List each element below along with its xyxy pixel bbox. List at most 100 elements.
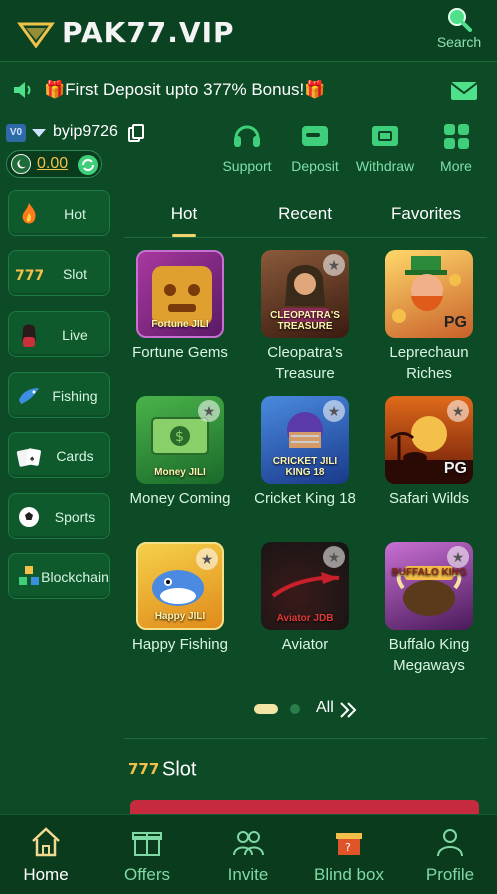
game-thumbnail[interactable]: $ ★ Money JILI xyxy=(136,396,224,484)
logo-text[interactable]: PAK77.VIP xyxy=(62,16,235,49)
more-button[interactable]: More xyxy=(421,120,491,174)
tab-favorites[interactable]: Favorites xyxy=(371,204,481,224)
pager-dot[interactable] xyxy=(290,704,300,714)
game-name: Money Coming xyxy=(129,490,231,507)
people-icon xyxy=(233,831,264,856)
nav-profile[interactable]: Profile xyxy=(400,825,497,885)
refresh-icon[interactable] xyxy=(77,154,99,176)
section-title-text: Slot xyxy=(162,758,197,781)
sidebar-item-label: Slot xyxy=(62,265,88,282)
game-thumbnail[interactable]: ★ BUFFALO KING xyxy=(385,542,473,630)
game-brand-tag: Money JILI xyxy=(154,467,206,478)
game-card[interactable]: PG Leprechaun Riches xyxy=(369,250,489,384)
game-thumbnail[interactable]: ★ Happy JILI xyxy=(136,542,224,630)
nav-invite[interactable]: Invite xyxy=(198,825,298,885)
favorite-star-icon[interactable]: ★ xyxy=(447,546,469,568)
sidebar-item-fishing[interactable]: Fishing xyxy=(8,372,110,418)
copy-icon[interactable] xyxy=(128,124,144,142)
pager-dot-active[interactable] xyxy=(254,704,278,714)
gift-emoji-icon: 🎁 xyxy=(44,80,66,99)
favorite-star-icon[interactable]: ★ xyxy=(323,546,345,568)
gift-emoji-icon: 🎁 xyxy=(304,80,326,99)
game-card[interactable]: ★ CRICKET JILI KING 18 Cricket King 18 xyxy=(245,396,365,509)
game-thumbnail[interactable]: PG xyxy=(385,250,473,338)
speaker-icon xyxy=(14,82,31,98)
section-divider xyxy=(124,738,487,739)
search-button[interactable]: Search xyxy=(429,6,489,56)
sidebar-item-sports[interactable]: Sports xyxy=(8,493,110,539)
chevron-down-icon[interactable] xyxy=(32,129,46,137)
nav-label: Blind box xyxy=(314,865,384,884)
section-title: 777 Slot xyxy=(128,757,196,783)
grid-icon xyxy=(444,124,469,149)
double-chevron-right-icon[interactable] xyxy=(338,701,358,719)
user-panel: V0 byip9726 0.00 Support Deposit Withdra… xyxy=(0,120,497,186)
sidebar-item-label: Sports xyxy=(54,508,96,525)
game-card[interactable]: ★ CLEOPATRA'S TREASURE Cleopatra's Treas… xyxy=(245,250,365,384)
sidebar-item-blockchain[interactable]: Blockchain xyxy=(8,553,110,599)
vip-badge: V0 xyxy=(6,124,26,142)
favorite-star-icon[interactable]: ★ xyxy=(323,254,345,276)
announcement-text[interactable]: 🎁First Deposit upto 377% Bonus!🎁 xyxy=(44,80,325,100)
favorite-star-icon[interactable]: ★ xyxy=(198,400,220,422)
sidebar-item-slot[interactable]: 777 Slot xyxy=(8,250,110,296)
game-card[interactable]: $ ★ Money JILI Money Coming xyxy=(120,396,240,509)
game-brand-tag: CRICKET JILI KING 18 xyxy=(272,456,338,478)
balance-amount: 0.00 xyxy=(37,155,69,172)
game-name: Happy Fishing xyxy=(132,636,228,653)
favorite-star-icon[interactable]: ★ xyxy=(323,400,345,422)
svg-text:777: 777 xyxy=(15,268,43,284)
all-games-link[interactable]: All xyxy=(316,699,334,717)
search-label: Search xyxy=(436,34,482,50)
slot-777-icon: 777 xyxy=(128,757,159,783)
game-thumbnail[interactable]: Fortune JILI xyxy=(136,250,224,338)
game-thumbnail[interactable]: ★ CLEOPATRA'S TREASURE xyxy=(261,250,349,338)
game-thumbnail[interactable]: ★ CRICKET JILI KING 18 xyxy=(261,396,349,484)
gift-icon xyxy=(132,832,162,856)
svg-text:$: $ xyxy=(175,429,184,445)
svg-text:777: 777 xyxy=(128,760,158,777)
favorite-star-icon[interactable]: ★ xyxy=(447,400,469,422)
game-brand-tag: BUFFALO KING xyxy=(391,567,467,578)
tab-recent[interactable]: Recent xyxy=(250,204,360,224)
game-name: Aviator xyxy=(281,636,329,653)
game-card[interactable]: Fortune JILI Fortune Gems xyxy=(120,250,240,363)
nav-offers[interactable]: Offers xyxy=(97,825,197,885)
person-icon xyxy=(437,829,463,857)
sidebar-item-hot[interactable]: Hot xyxy=(8,190,110,236)
favorite-star-icon[interactable]: ★ xyxy=(196,548,218,570)
game-brand-tag: PG xyxy=(443,460,467,477)
game-name: Safari Wilds xyxy=(388,490,470,507)
diamond-logo-icon xyxy=(17,22,55,48)
game-thumbnail[interactable]: ★ PG xyxy=(385,396,473,484)
game-name: Cleopatra's Treasure xyxy=(267,344,343,382)
game-brand-tag: Happy JILI xyxy=(154,611,206,622)
fish-icon xyxy=(15,382,43,410)
withdraw-button[interactable]: Withdraw xyxy=(350,120,420,174)
game-thumbnail[interactable]: ★ Aviator JDB xyxy=(261,542,349,630)
game-card[interactable]: ★ BUFFALO KING Buffalo King Megaways xyxy=(369,542,489,676)
nav-label: Profile xyxy=(425,865,475,884)
announcement-bar: 🎁First Deposit upto 377% Bonus!🎁 xyxy=(0,63,497,117)
nav-home[interactable]: Home xyxy=(0,825,96,885)
nav-blind-box[interactable]: ? Blind box xyxy=(299,825,399,885)
sidebar-item-label: Live xyxy=(62,326,88,343)
nav-label: Home xyxy=(23,865,69,884)
game-card[interactable]: ★ Happy JILI Happy Fishing xyxy=(120,542,240,655)
game-card[interactable]: ★ PG Safari Wilds xyxy=(369,396,489,509)
search-icon xyxy=(448,8,472,32)
game-brand-tag: CLEOPATRA'S TREASURE xyxy=(270,310,340,332)
support-button[interactable]: Support xyxy=(212,120,282,174)
tab-hot[interactable]: Hot xyxy=(129,204,239,224)
quick-actions: Support Deposit Withdraw More xyxy=(212,120,497,180)
withdraw-label: Withdraw xyxy=(355,158,415,174)
deposit-button[interactable]: Deposit xyxy=(280,120,350,174)
sidebar-item-live[interactable]: Live xyxy=(8,311,110,357)
home-icon xyxy=(32,827,60,857)
sidebar-item-cards[interactable]: ♠ Cards xyxy=(8,432,110,478)
balance-pill: 0.00 xyxy=(6,150,102,178)
pakistan-flag-icon xyxy=(11,154,31,174)
mail-icon[interactable] xyxy=(449,75,479,105)
game-card[interactable]: ★ Aviator JDB Aviator xyxy=(245,542,365,655)
game-tabs: Hot Recent Favorites xyxy=(124,192,487,238)
